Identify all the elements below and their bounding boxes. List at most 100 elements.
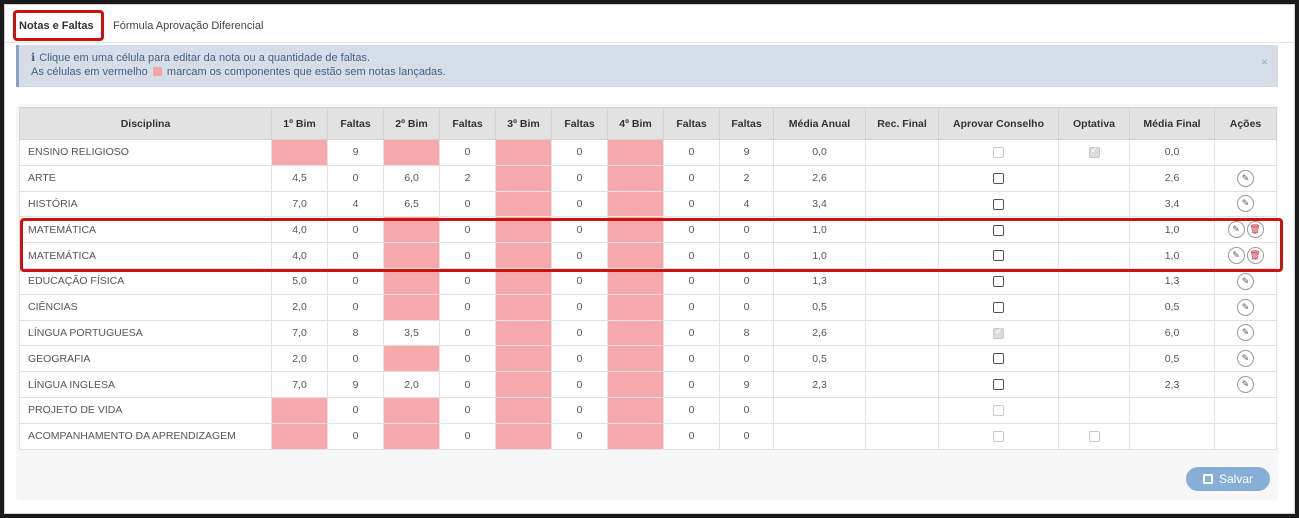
faltas-cell[interactable]: 0 [439,371,496,398]
faltas-cell[interactable]: 0 [327,345,384,373]
delete-icon[interactable]: 🗑 [1246,221,1264,239]
bim1-grade-cell[interactable]: 2,0 [271,293,328,321]
faltas-cell[interactable]: 0 [551,164,608,192]
bim4-grade-cell[interactable] [607,396,664,424]
rec-final-cell[interactable] [865,267,939,295]
aprovar-conselho-checkbox[interactable] [993,250,1004,262]
tab-formula-aprovacao-diferencial[interactable]: Fórmula Aprovação Diferencial [109,13,267,39]
bim2-grade-cell[interactable] [383,242,440,269]
rec-final-cell[interactable] [865,139,939,166]
faltas-cell[interactable]: 0 [551,371,608,398]
bim1-grade-cell[interactable] [271,422,328,450]
faltas-cell[interactable]: 0 [663,422,720,450]
rec-final-cell[interactable] [865,422,939,450]
bim3-grade-cell[interactable] [495,216,552,244]
aprovar-conselho-checkbox[interactable] [993,379,1004,391]
faltas-cell[interactable]: 0 [439,345,496,373]
edit-icon[interactable]: ✎ [1237,169,1254,187]
faltas-cell[interactable]: 0 [551,345,608,373]
faltas-cell[interactable]: 0 [551,139,608,166]
faltas-cell[interactable]: 0 [327,422,384,450]
bim4-grade-cell[interactable] [607,242,664,269]
rec-final-cell[interactable] [865,164,939,192]
rec-final-cell[interactable] [865,371,939,398]
edit-icon[interactable]: ✎ [1237,350,1254,368]
bim4-grade-cell[interactable] [607,267,664,295]
bim3-grade-cell[interactable] [495,267,552,295]
faltas-cell[interactable]: 4 [327,190,384,218]
bim3-grade-cell[interactable] [495,345,552,373]
bim2-grade-cell[interactable] [383,216,440,244]
bim4-grade-cell[interactable] [607,164,664,192]
faltas-cell[interactable]: 0 [663,319,720,347]
faltas-cell[interactable]: 0 [663,293,720,321]
edit-icon[interactable]: ✎ [1237,272,1254,290]
faltas-cell[interactable]: 0 [439,139,496,166]
faltas-cell[interactable]: 9 [327,371,384,398]
faltas-cell[interactable]: 0 [327,216,384,244]
bim2-grade-cell[interactable] [383,422,440,450]
faltas-cell[interactable]: 0 [663,139,720,166]
faltas-cell[interactable]: 0 [327,242,384,269]
rec-final-cell[interactable] [865,319,939,347]
save-button[interactable]: Salvar [1186,467,1270,491]
edit-icon[interactable]: ✎ [1237,376,1254,394]
bim4-grade-cell[interactable] [607,345,664,373]
faltas-cell[interactable]: 0 [663,267,720,295]
faltas-cell[interactable]: 0 [327,396,384,424]
bim1-grade-cell[interactable]: 4,0 [271,242,328,269]
faltas-cell[interactable]: 0 [663,345,720,373]
edit-icon[interactable]: ✎ [1227,221,1245,239]
bim2-grade-cell[interactable]: 6,5 [383,190,440,218]
rec-final-cell[interactable] [865,216,939,244]
faltas-cell[interactable]: 0 [663,164,720,192]
bim3-grade-cell[interactable] [495,190,552,218]
faltas-cell[interactable]: 2 [439,164,496,192]
bim4-grade-cell[interactable] [607,139,664,166]
bim1-grade-cell[interactable]: 4,0 [271,216,328,244]
bim4-grade-cell[interactable] [607,293,664,321]
faltas-cell[interactable]: 0 [551,267,608,295]
faltas-cell[interactable]: 0 [663,190,720,218]
bim1-grade-cell[interactable]: 7,0 [271,190,328,218]
faltas-cell[interactable]: 0 [663,396,720,424]
bim1-grade-cell[interactable]: 2,0 [271,345,328,373]
faltas-cell[interactable]: 0 [551,396,608,424]
edit-icon[interactable]: ✎ [1227,247,1245,265]
bim2-grade-cell[interactable] [383,345,440,373]
bim4-grade-cell[interactable] [607,422,664,450]
bim3-grade-cell[interactable] [495,242,552,269]
faltas-cell[interactable]: 0 [439,422,496,450]
bim4-grade-cell[interactable] [607,216,664,244]
alert-close-icon[interactable]: × [1261,55,1268,69]
bim3-grade-cell[interactable] [495,371,552,398]
bim2-grade-cell[interactable]: 3,5 [383,319,440,347]
faltas-cell[interactable]: 0 [439,190,496,218]
bim1-grade-cell[interactable]: 7,0 [271,371,328,398]
edit-icon[interactable]: ✎ [1237,195,1254,213]
faltas-cell[interactable]: 0 [663,242,720,269]
edit-icon[interactable]: ✎ [1237,324,1254,342]
faltas-cell[interactable]: 0 [663,371,720,398]
bim2-grade-cell[interactable]: 6,0 [383,164,440,192]
tab-notas-e-faltas[interactable]: Notas e Faltas [15,13,98,39]
faltas-cell[interactable]: 0 [551,319,608,347]
faltas-cell[interactable]: 0 [551,293,608,321]
faltas-cell[interactable]: 0 [439,293,496,321]
rec-final-cell[interactable] [865,190,939,218]
faltas-cell[interactable]: 0 [327,164,384,192]
bim1-grade-cell[interactable]: 7,0 [271,319,328,347]
faltas-cell[interactable]: 0 [551,216,608,244]
faltas-cell[interactable]: 0 [551,190,608,218]
aprovar-conselho-checkbox[interactable] [993,198,1004,210]
bim3-grade-cell[interactable] [495,319,552,347]
bim2-grade-cell[interactable] [383,267,440,295]
faltas-cell[interactable]: 0 [439,319,496,347]
bim1-grade-cell[interactable] [271,396,328,424]
rec-final-cell[interactable] [865,293,939,321]
faltas-cell[interactable]: 0 [327,293,384,321]
rec-final-cell[interactable] [865,242,939,269]
bim1-grade-cell[interactable] [271,139,328,166]
faltas-cell[interactable]: 0 [439,396,496,424]
bim3-grade-cell[interactable] [495,293,552,321]
